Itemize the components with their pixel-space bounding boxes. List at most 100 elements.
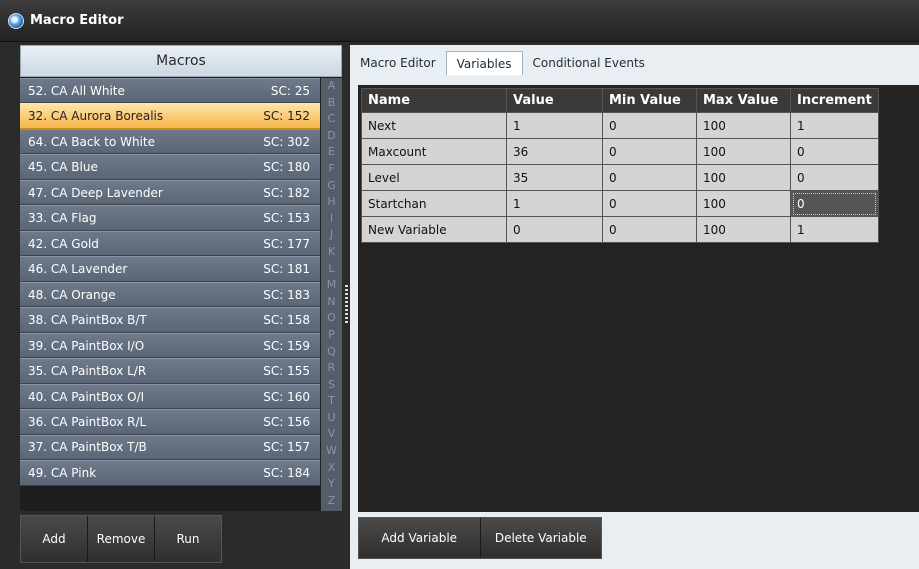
table-row[interactable]: New Variable 0 0 100 1 xyxy=(361,216,879,243)
table-cell[interactable]: 0 xyxy=(506,216,603,243)
macro-list-item[interactable]: 39. CA PaintBox I/O SC: 159 xyxy=(20,332,320,359)
table-cell[interactable]: 100 xyxy=(696,164,791,191)
alpha-index-letter[interactable]: D xyxy=(327,128,335,145)
alpha-index-letter[interactable]: U xyxy=(327,410,335,427)
table-cell[interactable]: 1 xyxy=(506,190,603,217)
table-cell[interactable]: 0 xyxy=(602,190,697,217)
table-cell[interactable]: 0 xyxy=(602,164,697,191)
table-cell[interactable]: 0 xyxy=(602,216,697,243)
add-button[interactable]: Add xyxy=(21,516,88,562)
panel-splitter-handle[interactable] xyxy=(345,285,348,325)
alpha-index-letter[interactable]: B xyxy=(328,95,336,112)
table-cell[interactable]: Startchan xyxy=(361,190,507,217)
macro-list-item[interactable]: 46. CA Lavender SC: 181 xyxy=(20,256,320,282)
delete-variable-button[interactable]: Delete Variable xyxy=(480,518,601,558)
table-cell[interactable]: 100 xyxy=(696,112,791,139)
table-cell[interactable]: 100 xyxy=(696,216,791,243)
alpha-index-letter[interactable]: K xyxy=(328,244,335,261)
variables-table: Name Value Min Value Max Value Increment… xyxy=(361,88,879,243)
macro-name: 52. CA All White xyxy=(28,83,125,98)
alpha-index-letter[interactable]: M xyxy=(327,277,337,294)
alpha-index-letter[interactable]: Y xyxy=(328,476,335,493)
table-cell[interactable]: Maxcount xyxy=(361,138,507,165)
editor-panel: Macro Editor Variables Conditional Event… xyxy=(350,45,919,569)
alpha-index-letter[interactable]: F xyxy=(328,161,334,178)
alpha-index-letter[interactable]: Q xyxy=(327,344,336,361)
column-header-name[interactable]: Name xyxy=(361,88,507,113)
alpha-index-letter[interactable]: X xyxy=(328,460,336,477)
alpha-index-letter[interactable]: R xyxy=(328,360,336,377)
macro-sc: SC: 183 xyxy=(263,287,310,302)
table-cell[interactable]: 0 xyxy=(602,112,697,139)
table-row[interactable]: Startchan 1 0 100 0 xyxy=(361,190,879,217)
alphabet-index[interactable]: A B C D E F G H I J K L M N O P Q R S T … xyxy=(321,78,342,511)
alpha-index-letter[interactable]: I xyxy=(330,211,333,228)
table-cell[interactable]: 1 xyxy=(790,112,879,139)
alpha-index-letter[interactable]: Z xyxy=(328,493,336,510)
tab-variables[interactable]: Variables xyxy=(445,51,523,75)
table-cell[interactable]: Level xyxy=(361,164,507,191)
table-cell[interactable]: 100 xyxy=(696,190,791,217)
alpha-index-letter[interactable]: N xyxy=(327,294,335,311)
table-cell[interactable]: 0 xyxy=(602,138,697,165)
alpha-index-letter[interactable]: L xyxy=(328,261,334,278)
macro-sc: SC: 302 xyxy=(263,134,310,149)
macro-list-item[interactable]: 64. CA Back to White SC: 302 xyxy=(20,128,320,155)
table-cell[interactable]: New Variable xyxy=(361,216,507,243)
table-cell[interactable]: 36 xyxy=(506,138,603,165)
macro-list-item[interactable]: 35. CA PaintBox L/R SC: 155 xyxy=(20,358,320,384)
alpha-index-letter[interactable]: E xyxy=(328,144,335,161)
alpha-index-letter[interactable]: O xyxy=(327,310,336,327)
table-row[interactable]: Level 35 0 100 0 xyxy=(361,164,879,191)
macro-list-item[interactable]: 33. CA Flag SC: 153 xyxy=(20,205,320,231)
alpha-index-letter[interactable]: W xyxy=(326,443,337,460)
macro-list-item[interactable]: 45. CA Blue SC: 180 xyxy=(20,154,320,180)
column-header-max-value[interactable]: Max Value xyxy=(696,88,791,113)
column-header-min-value[interactable]: Min Value xyxy=(602,88,697,113)
alpha-index-letter[interactable]: T xyxy=(328,393,335,410)
macro-list-item[interactable]: 49. CA Pink SC: 184 xyxy=(20,460,320,486)
macros-panel: Macros 52. CA All White SC: 25 32. CA Aur… xyxy=(20,45,342,511)
column-header-value[interactable]: Value xyxy=(506,88,603,113)
table-cell[interactable]: 100 xyxy=(696,138,791,165)
macro-name: 36. CA PaintBox R/L xyxy=(28,414,147,429)
macro-list-item[interactable]: 36. CA PaintBox R/L SC: 156 xyxy=(20,409,320,435)
alpha-index-letter[interactable]: H xyxy=(327,194,335,211)
table-cell[interactable]: 35 xyxy=(506,164,603,191)
add-variable-button[interactable]: Add Variable xyxy=(359,518,481,558)
alpha-index-letter[interactable]: V xyxy=(328,426,336,443)
macro-sc: SC: 184 xyxy=(263,465,310,480)
tab-macro-editor[interactable]: Macro Editor xyxy=(350,51,446,75)
macro-list-item[interactable]: 42. CA Gold SC: 177 xyxy=(20,230,320,257)
table-row[interactable]: Next 1 0 100 1 xyxy=(361,112,879,139)
table-cell[interactable]: 1 xyxy=(506,112,603,139)
macro-sc: SC: 153 xyxy=(263,211,310,226)
macro-list[interactable]: 52. CA All White SC: 25 32. CA Aurora Bor… xyxy=(20,78,320,486)
column-header-increment[interactable]: Increment xyxy=(790,88,879,113)
table-row[interactable]: Maxcount 36 0 100 0 xyxy=(361,138,879,165)
macro-list-item-selected[interactable]: 32. CA Aurora Borealis SC: 152 xyxy=(20,103,320,129)
window-title: Macro Editor xyxy=(30,13,124,28)
alpha-index-letter[interactable]: S xyxy=(328,377,335,394)
table-cell[interactable]: 0 xyxy=(790,164,879,191)
remove-button[interactable]: Remove xyxy=(88,516,155,562)
table-cell[interactable]: Next xyxy=(361,112,507,139)
macro-list-item[interactable]: 48. CA Orange SC: 183 xyxy=(20,281,320,308)
macro-name: 47. CA Deep Lavender xyxy=(28,185,163,200)
macro-name: 39. CA PaintBox I/O xyxy=(28,338,145,353)
table-cell-focused[interactable]: 0 xyxy=(790,190,879,217)
alpha-index-letter[interactable]: G xyxy=(327,178,336,195)
macro-list-item[interactable]: 47. CA Deep Lavender SC: 182 xyxy=(20,179,320,206)
macro-list-item[interactable]: 40. CA PaintBox O/I SC: 160 xyxy=(20,383,320,410)
alpha-index-letter[interactable]: C xyxy=(328,111,336,128)
alpha-index-letter[interactable]: P xyxy=(328,327,335,344)
tab-conditional-events[interactable]: Conditional Events xyxy=(523,51,655,75)
macro-list-item[interactable]: 52. CA All White SC: 25 xyxy=(20,78,320,104)
alpha-index-letter[interactable]: A xyxy=(328,78,336,95)
macro-list-item[interactable]: 38. CA PaintBox B/T SC: 158 xyxy=(20,307,320,333)
table-cell[interactable]: 0 xyxy=(790,138,879,165)
table-cell[interactable]: 1 xyxy=(790,216,879,243)
alpha-index-letter[interactable]: J xyxy=(330,227,333,244)
macro-list-item[interactable]: 37. CA PaintBox T/B SC: 157 xyxy=(20,434,320,461)
run-button[interactable]: Run xyxy=(155,516,221,562)
